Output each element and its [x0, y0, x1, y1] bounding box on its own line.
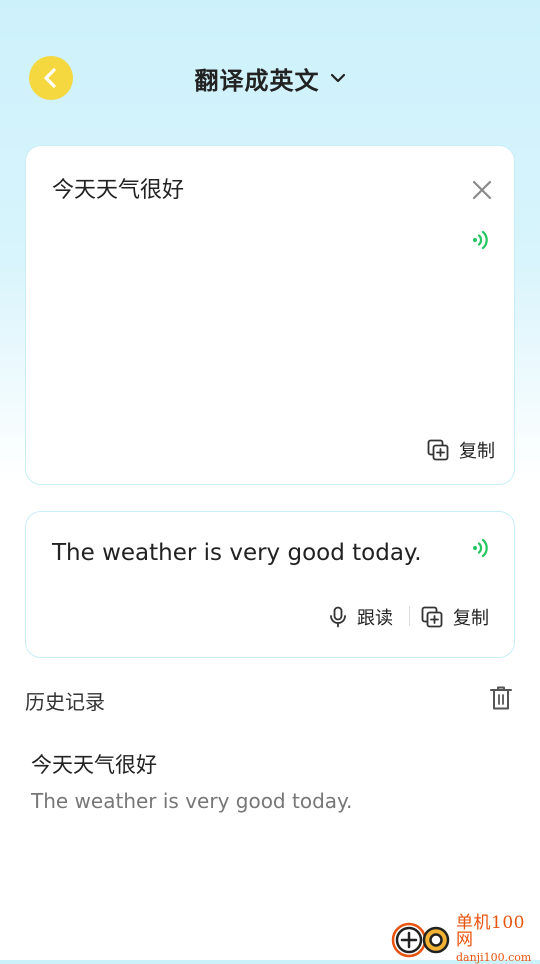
result-text: The weather is very good today. — [52, 540, 422, 566]
header: 翻译成英文 — [0, 0, 540, 150]
read-along-button[interactable]: 跟读 — [329, 604, 393, 630]
copy-label: 复制 — [459, 441, 495, 462]
watermark-logo — [390, 918, 456, 960]
watermark-url: danji100.com — [456, 951, 532, 964]
history-item[interactable]: 今天天气很好 The weather is very good today. — [31, 750, 511, 816]
language-selector[interactable]: 翻译成英文 — [0, 58, 540, 98]
source-card: 今天天气很好 复制 — [25, 145, 515, 485]
result-card: The weather is very good today. 跟读 复制 — [25, 511, 515, 658]
action-divider — [409, 606, 410, 626]
close-icon[interactable] — [471, 179, 493, 201]
copy-source-button[interactable]: 复制 — [427, 437, 495, 463]
watermark-name: 单机100网 — [456, 913, 525, 950]
page-title: 翻译成英文 — [194, 66, 320, 95]
history-heading: 历史记录 — [25, 690, 105, 714]
history-target-text: The weather is very good today. — [31, 789, 353, 813]
history-source-text: 今天天气很好 — [31, 753, 157, 777]
copy-icon — [421, 606, 443, 628]
copy-label: 复制 — [453, 608, 489, 629]
copy-icon — [427, 439, 449, 461]
copy-result-button[interactable]: 复制 — [421, 604, 489, 630]
watermark: 单机100网 danji100.com — [390, 913, 540, 964]
chevron-down-icon — [330, 73, 345, 83]
source-text[interactable]: 今天天气很好 — [52, 172, 184, 204]
microphone-icon — [330, 606, 346, 628]
speaker-icon[interactable] — [470, 229, 492, 251]
read-along-label: 跟读 — [357, 608, 393, 629]
trash-icon[interactable] — [489, 685, 513, 711]
speaker-icon[interactable] — [470, 537, 492, 559]
